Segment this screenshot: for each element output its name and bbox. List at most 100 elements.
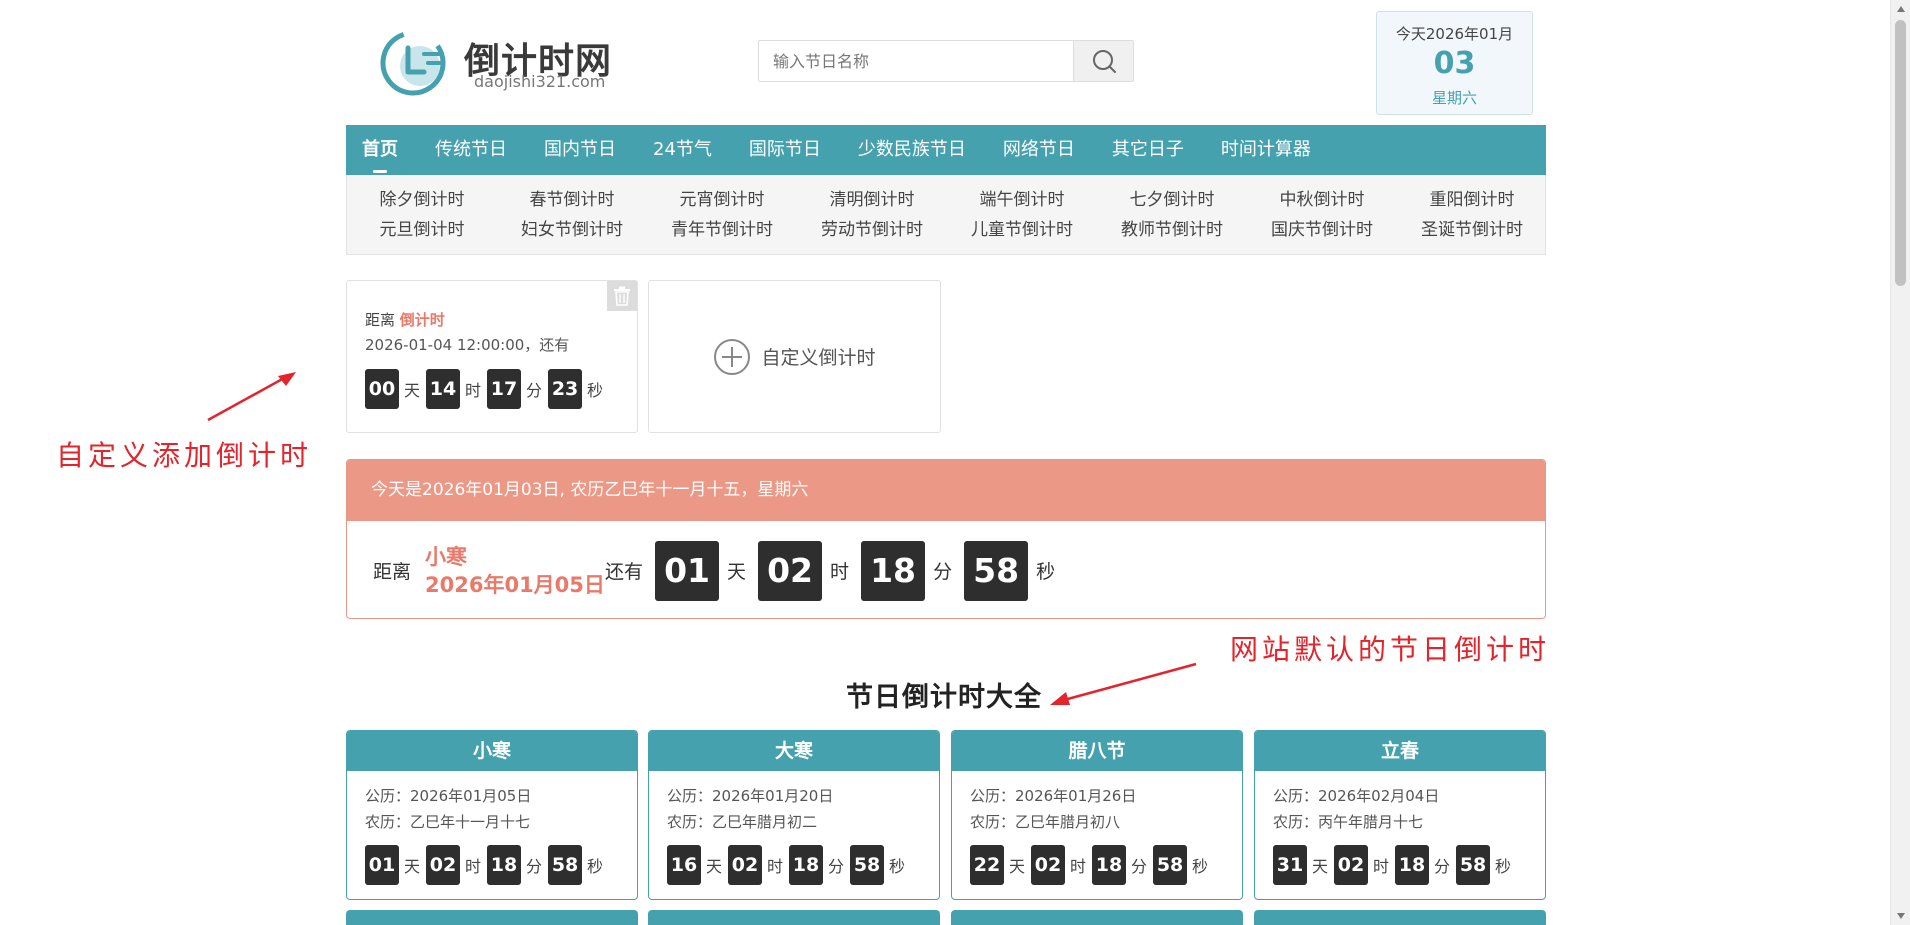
search-icon: [1092, 50, 1116, 73]
custom-countdown-target: 2026-01-04 12:00:00，还有: [365, 336, 570, 354]
festival-name: 大寒: [649, 731, 939, 771]
nav-item-internet[interactable]: 网络节日: [1003, 125, 1075, 175]
scrollbar-thumb[interactable]: [1895, 20, 1906, 286]
day-unit: 天: [404, 381, 421, 400]
minutes-value: 18: [861, 540, 926, 601]
add-custom-countdown-label: 自定义倒计时: [761, 347, 876, 369]
festival-card-partial[interactable]: [1254, 910, 1546, 925]
seconds-value: 58: [548, 845, 583, 885]
annotation-arrow-icon: [1050, 662, 1197, 705]
nav-item-domestic[interactable]: 国内节日: [544, 125, 616, 175]
quick-link[interactable]: 除夕倒计时: [347, 185, 497, 215]
quick-link[interactable]: 清明倒计时: [797, 185, 947, 215]
festival-lunar-date: 农历：乙巳年腊月初八: [970, 813, 1121, 831]
chevron-down-icon: [1897, 913, 1905, 919]
nav-item-international[interactable]: 国际节日: [749, 125, 821, 175]
minutes-value: 18: [1395, 845, 1430, 885]
festival-lunar-date: 农历：丙午年腊月十七: [1273, 813, 1424, 831]
nav-item-home[interactable]: 首页: [362, 125, 398, 175]
quick-link[interactable]: 圣诞节倒计时: [1397, 215, 1547, 245]
quick-link[interactable]: 端午倒计时: [947, 185, 1097, 215]
quick-link[interactable]: 七夕倒计时: [1097, 185, 1247, 215]
quick-link[interactable]: 元宵倒计时: [647, 185, 797, 215]
logo-domain: daojishi321.com: [474, 72, 606, 91]
quick-link[interactable]: 儿童节倒计时: [947, 215, 1097, 245]
nav-item-ethnic[interactable]: 少数民族节日: [858, 125, 966, 175]
custom-countdown-card: 距离 倒计时 2026-01-04 12:00:00，还有 00 天 14 时 17…: [346, 280, 638, 433]
nav-item-other-days[interactable]: 其它日子: [1112, 125, 1184, 175]
nav-item-traditional[interactable]: 传统节日: [435, 125, 507, 175]
distance-label: 距离: [373, 561, 412, 583]
hour-unit: 时: [830, 561, 850, 583]
festival-card[interactable]: 小寒 公历：2026年01月05日 农历：乙巳年十一月十七 01 天 02 时 18…: [346, 730, 638, 900]
scroll-up-button[interactable]: [1891, 0, 1910, 18]
second-unit: 秒: [889, 857, 906, 876]
quick-link[interactable]: 教师节倒计时: [1097, 215, 1247, 245]
festival-lunar-date: 农历：乙巳年十一月十七: [365, 813, 531, 831]
second-unit: 秒: [1192, 857, 1209, 876]
days-value: 00: [365, 369, 399, 409]
festival-name: 立春: [1255, 731, 1545, 771]
quick-link[interactable]: 元旦倒计时: [347, 215, 497, 245]
plus-circle-icon: [714, 338, 751, 375]
annotation-custom: 自定义添加倒计时: [56, 439, 313, 472]
quick-link[interactable]: 国庆节倒计时: [1247, 215, 1397, 245]
festival-card[interactable]: 立春 公历：2026年02月04日 农历：丙午年腊月十七 31 天 02 时 18 分…: [1254, 730, 1546, 900]
hours-value: 02: [758, 540, 823, 601]
seconds-value: 23: [548, 369, 583, 409]
today-lunar-text: 今天是2026年01月03日, 农历乙巳年十一月十五，星期六: [347, 460, 1545, 521]
vertical-scrollbar[interactable]: [1890, 0, 1910, 925]
second-unit: 秒: [1495, 857, 1512, 876]
minutes-value: 17: [487, 369, 522, 409]
minute-unit: 分: [1131, 857, 1148, 876]
minutes-value: 18: [1092, 845, 1127, 885]
search-input[interactable]: [759, 41, 1073, 81]
nav-item-time-calculator[interactable]: 时间计算器: [1221, 125, 1311, 175]
days-value: 22: [970, 845, 1004, 885]
next-festival-name: 小寒: [425, 544, 468, 569]
hours-value: 02: [426, 845, 461, 885]
festival-card-partial[interactable]: [648, 910, 940, 925]
scroll-down-button[interactable]: [1891, 907, 1910, 925]
hour-unit: 时: [465, 857, 482, 876]
festival-card-partial[interactable]: [951, 910, 1243, 925]
minutes-value: 18: [789, 845, 824, 885]
hours-value: 02: [1334, 845, 1369, 885]
trash-icon: [614, 286, 630, 306]
today-date-box: 今天2026年01月 03 星期六: [1376, 11, 1533, 115]
countdown-timer: 22 天 02 时 18 分 58 秒: [952, 845, 1242, 885]
search-button[interactable]: [1073, 41, 1133, 81]
seconds-value: 58: [964, 540, 1029, 601]
hour-unit: 时: [767, 857, 784, 876]
quick-link[interactable]: 重阳倒计时: [1397, 185, 1547, 215]
seconds-value: 58: [1153, 845, 1188, 885]
quick-link[interactable]: 劳动节倒计时: [797, 215, 947, 245]
countdown-timer: 16 天 02 时 18 分 58 秒: [649, 845, 939, 885]
minute-unit: 分: [526, 857, 543, 876]
festival-card[interactable]: 腊八节 公历：2026年01月26日 农历：乙巳年腊月初八 22 天 02 时 18…: [951, 730, 1243, 900]
minutes-value: 18: [487, 845, 522, 885]
minute-unit: 分: [526, 381, 543, 400]
section-title: 节日倒计时大全: [846, 682, 1042, 713]
festival-name: 小寒: [347, 731, 637, 771]
nav-item-solar-terms[interactable]: 24节气: [653, 125, 712, 175]
festival-card[interactable]: 大寒 公历：2026年01月20日 农历：乙巳年腊月初二 16 天 02 时 18 分…: [648, 730, 940, 900]
festival-lunar-date: 农历：乙巳年腊月初二: [667, 813, 818, 831]
delete-button[interactable]: [607, 281, 637, 311]
main-nav: 首页 传统节日 国内节日 24节气 国际节日 少数民族节日 网络节日 其它日子 …: [346, 125, 1546, 175]
second-unit: 秒: [1036, 561, 1056, 583]
quick-link[interactable]: 青年节倒计时: [647, 215, 797, 245]
add-custom-countdown-button[interactable]: 自定义倒计时: [648, 280, 941, 433]
hours-value: 02: [728, 845, 763, 885]
quick-link[interactable]: 妇女节倒计时: [497, 215, 647, 245]
next-festival: 小寒 2026年01月05日: [425, 543, 605, 599]
next-festival-date: 2026年01月05日: [425, 572, 605, 597]
quick-link[interactable]: 中秋倒计时: [1247, 185, 1397, 215]
festival-card-partial[interactable]: [346, 910, 638, 925]
next-festival-countdown: 距离 小寒 2026年01月05日 还有 01 天 02 时 18 分 58 秒: [347, 521, 1545, 618]
quick-link[interactable]: 春节倒计时: [497, 185, 647, 215]
site-logo[interactable]: 倒计时网 daojishi321.com: [380, 28, 620, 98]
minute-unit: 分: [1434, 857, 1451, 876]
festival-solar-date: 公历：2026年02月04日: [1273, 787, 1440, 805]
festival-solar-date: 公历：2026年01月20日: [667, 787, 834, 805]
